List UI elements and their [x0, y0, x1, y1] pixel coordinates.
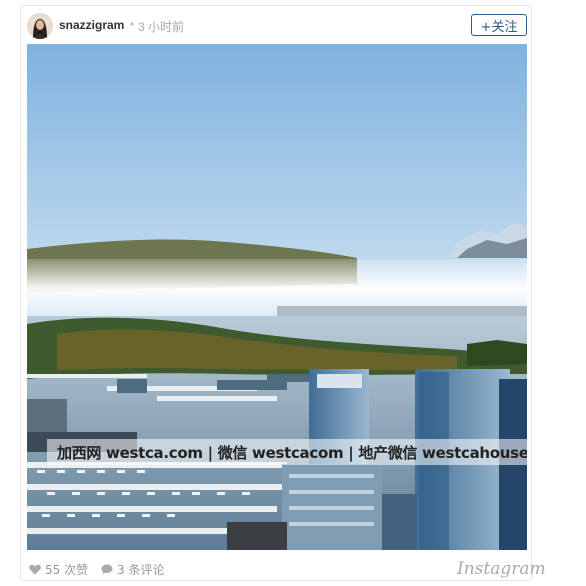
follow-button[interactable]: +关注 — [471, 14, 527, 36]
post-header: snazzigram • 3 小时前 +关注 — [21, 6, 531, 46]
comments-count[interactable]: 3 条评论 — [101, 561, 164, 578]
photo-watermark: 加西网 westca.com | 微信 westcacom | 地产微信 wes… — [47, 439, 527, 465]
likes-count[interactable]: 55 次赞 — [29, 561, 88, 578]
username[interactable]: snazzigram — [59, 18, 124, 32]
post-time: 3 小时前 — [138, 20, 185, 34]
separator-dot: • — [130, 17, 135, 31]
instagram-logo: Instagram — [457, 559, 546, 579]
post-photo[interactable]: 加西网 westca.com | 微信 westcacom | 地产微信 wes… — [27, 44, 527, 550]
post-footer: 55 次赞 3 条评论 Instagram — [21, 554, 546, 582]
comments-label: 3 条评论 — [117, 563, 165, 577]
heart-icon — [29, 564, 41, 575]
avatar[interactable] — [27, 13, 53, 39]
post-card: snazzigram • 3 小时前 +关注 加西网 westca.com | … — [20, 5, 546, 582]
likes-label: 55 次赞 — [45, 563, 89, 577]
comment-icon — [101, 564, 113, 575]
